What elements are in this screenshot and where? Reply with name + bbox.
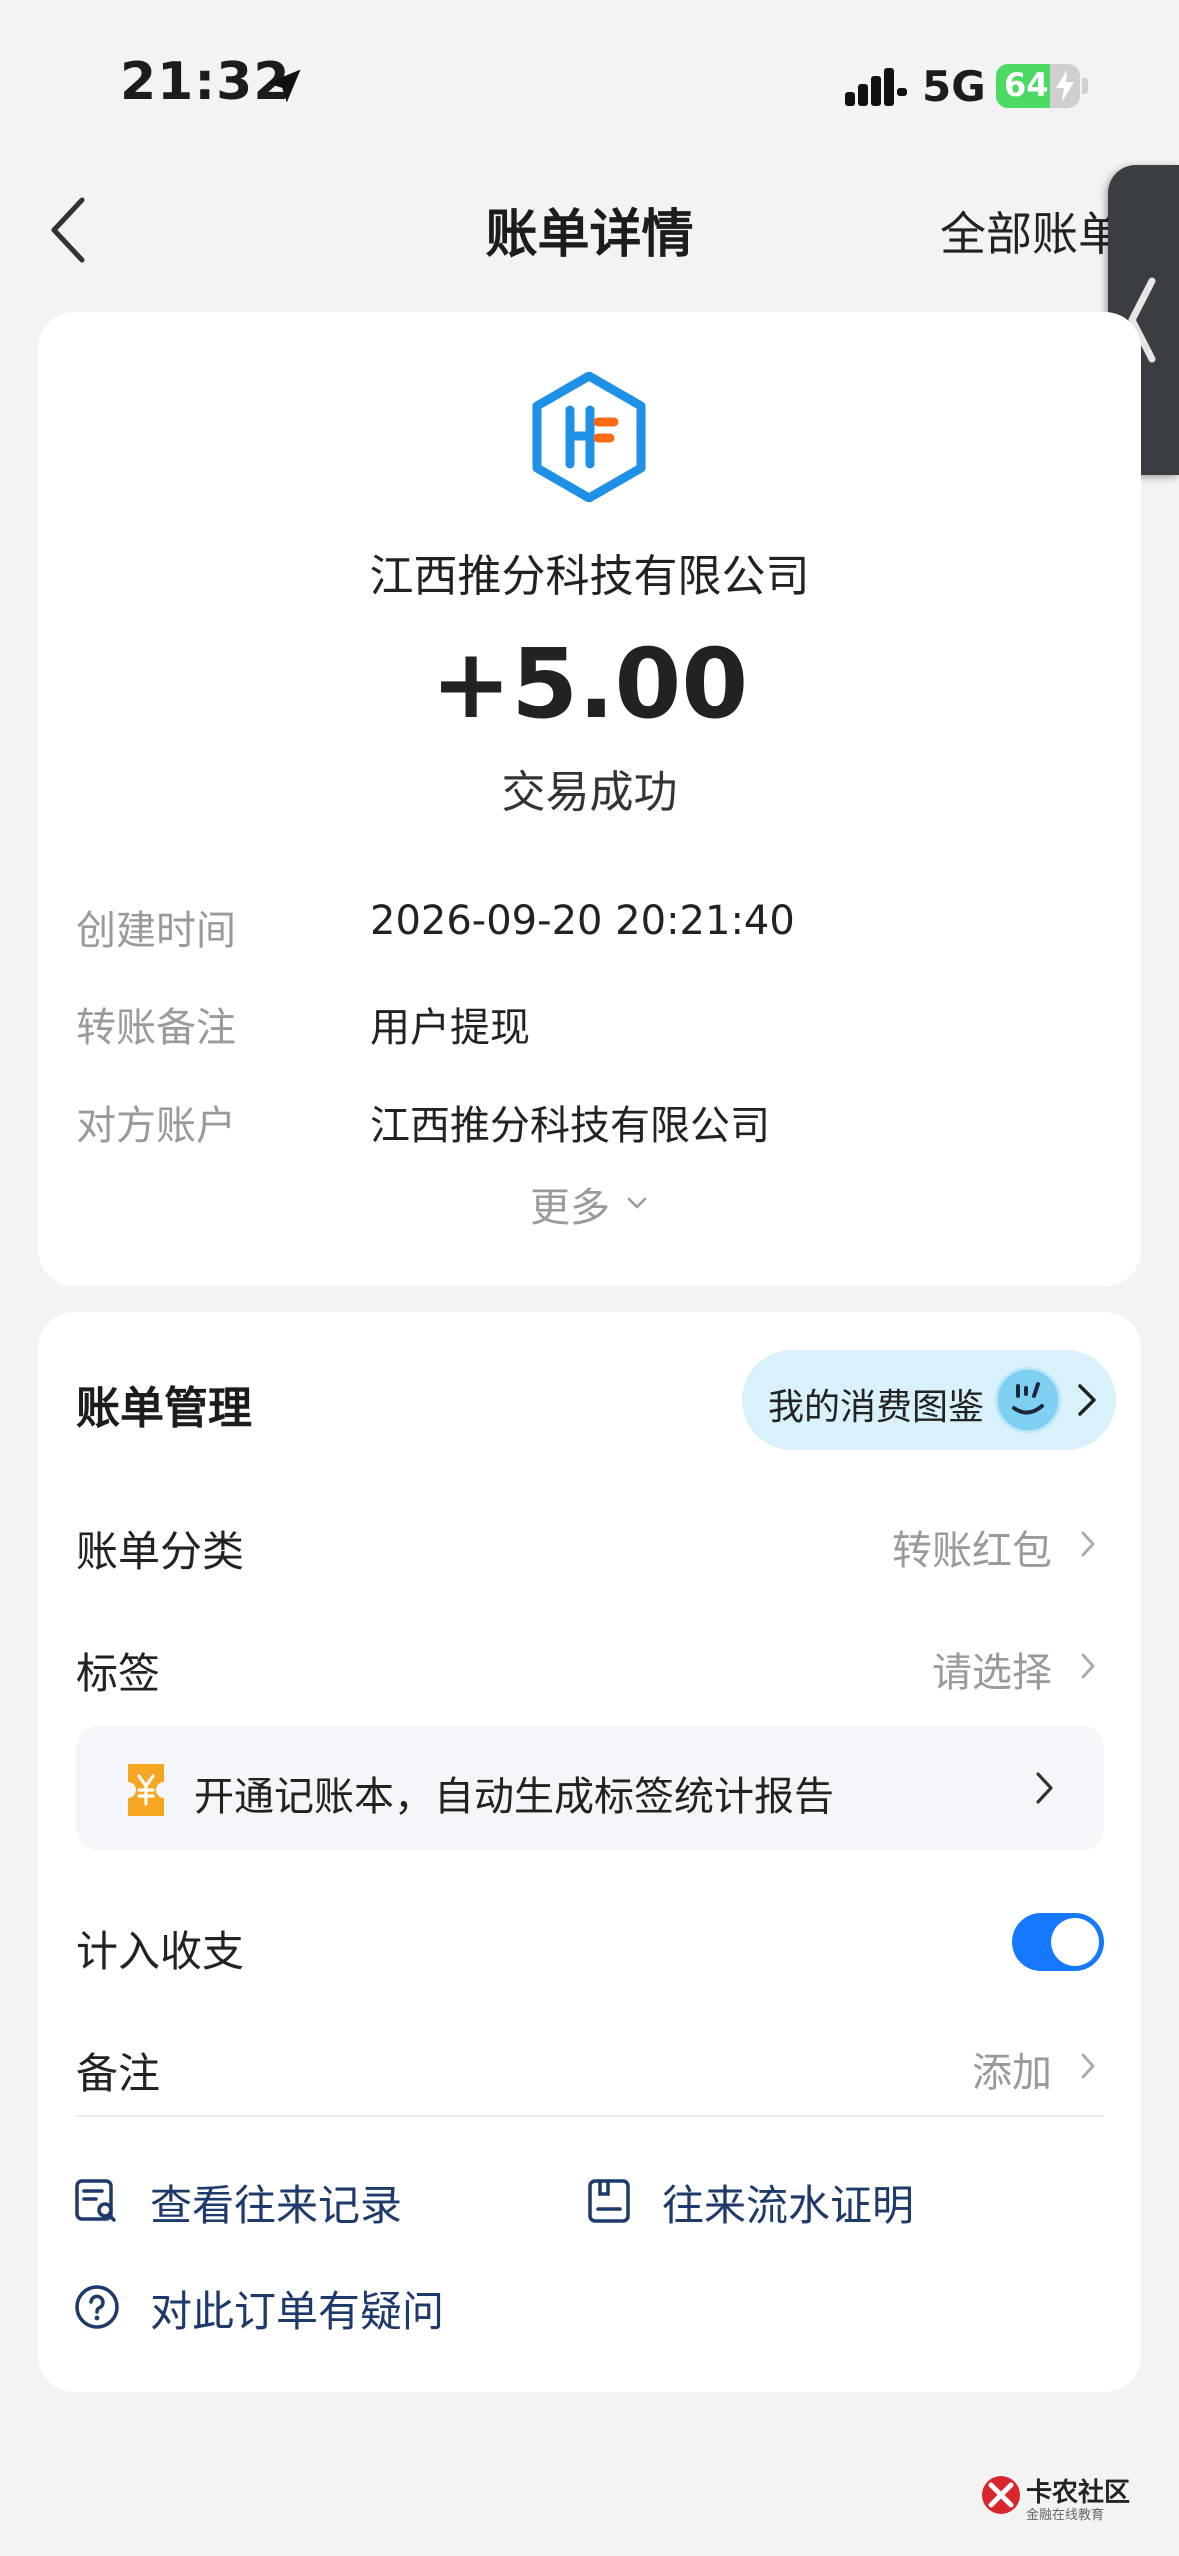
merchant-logo-icon [532, 372, 646, 502]
note-add-button[interactable]: 添加 [860, 2040, 1052, 2098]
battery-level: 64 [1004, 66, 1049, 104]
include-income-expense-toggle[interactable] [1012, 1913, 1104, 1971]
bookkeeping-promo-banner[interactable]: 开通记账本，自动生成标签统计报告 [76, 1726, 1104, 1850]
transaction-amount: +5.00 [430, 628, 749, 740]
chevron-right-icon [1081, 1653, 1095, 1679]
chevron-right-icon [1081, 2053, 1095, 2079]
signal-icon [845, 68, 907, 106]
record-search-icon [75, 2179, 116, 2222]
counterparty-label: 对方账户 [76, 1103, 236, 1149]
category-label: 账单分类 [76, 1527, 245, 1576]
view-history-link[interactable]: 查看往来记录 [150, 2172, 402, 2233]
counterparty-value: 江西推分科技有限公司 [370, 1103, 770, 1149]
smiley-mascot-icon [994, 1366, 1062, 1434]
created-time-value: 2026-09-20 20:21:40 [370, 898, 795, 944]
transfer-note-value: 用户提现 [370, 1005, 530, 1051]
all-bills-link[interactable]: 全部账单 [940, 198, 1124, 264]
toggle-knob [1051, 1918, 1099, 1966]
order-question-link[interactable]: 对此订单有疑问 [150, 2278, 444, 2339]
statement-document-icon [588, 2179, 630, 2223]
watermark-subtitle: 金融在线教育 [1026, 2508, 1105, 2523]
note-label: 备注 [76, 2049, 161, 2098]
management-title: 账单管理 [76, 1383, 252, 1434]
transaction-status: 交易成功 [501, 767, 678, 818]
transaction-proof-link[interactable]: 往来流水证明 [662, 2172, 914, 2233]
chevron-down-icon [627, 1197, 647, 1209]
chevron-right-icon [1081, 1531, 1095, 1557]
chevron-right-icon [1036, 1772, 1053, 1804]
more-button[interactable]: 更多 [530, 1175, 610, 1233]
location-arrow-icon [267, 69, 301, 103]
yuan-ticket-icon [128, 1764, 164, 1816]
tag-label: 标签 [76, 1649, 161, 1698]
include-income-expense-label: 计入收支 [76, 1927, 245, 1976]
tag-value[interactable]: 请选择 [760, 1640, 1052, 1698]
watermark: 卡农社区 金融在线教育 [980, 2470, 1170, 2530]
merchant-name: 江西推分科技有限公司 [369, 551, 810, 602]
divider [76, 2115, 1104, 2117]
battery-icon: 64 [996, 64, 1080, 108]
created-time-label: 创建时间 [76, 908, 236, 954]
charging-bolt-icon [1056, 70, 1074, 102]
chevron-right-icon [1078, 1384, 1096, 1416]
network-type: 5G [922, 62, 986, 111]
consume-guide-button[interactable]: 我的消费图鉴 [742, 1350, 1116, 1450]
battery-tip [1082, 78, 1088, 94]
watermark-logo-icon [982, 2476, 1020, 2514]
consume-guide-label: 我的消费图鉴 [768, 1387, 985, 1428]
question-circle-icon [75, 2285, 119, 2329]
transfer-note-label: 转账备注 [76, 1005, 236, 1051]
category-value[interactable]: 转账红包 [760, 1518, 1052, 1576]
promo-text: 开通记账本，自动生成标签统计报告 [194, 1774, 834, 1820]
